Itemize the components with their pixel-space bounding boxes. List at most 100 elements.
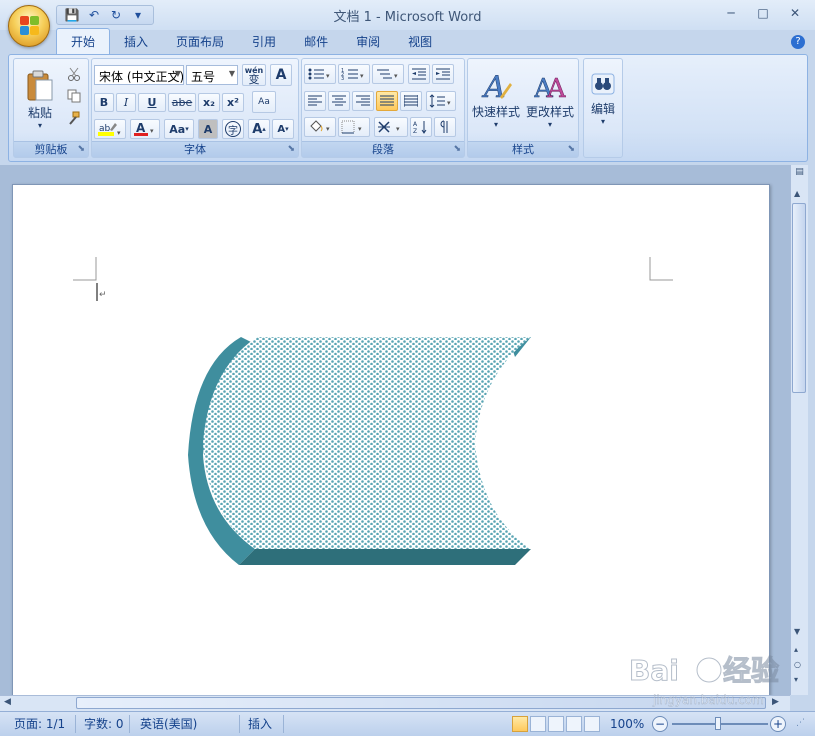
full-screen-reading-icon[interactable]	[530, 716, 546, 732]
sort-button[interactable]: AZ	[410, 117, 432, 137]
numbering-button[interactable]: 1 2 3 ▾	[338, 64, 370, 84]
scroll-up-icon[interactable]: ▲	[794, 189, 800, 198]
can-shape[interactable]	[188, 337, 531, 565]
change-case-button[interactable]: Aa ▾	[164, 119, 194, 139]
maximize-button[interactable]: □	[749, 4, 777, 22]
vertical-scrollbar[interactable]: ▤ ▲ ▼ ▴ ○ ▾	[790, 165, 808, 695]
styles-launcher-icon[interactable]: ⬊	[567, 144, 575, 154]
change-styles-icon: AA	[534, 74, 566, 101]
scroll-left-icon[interactable]: ◀	[4, 697, 11, 707]
enclose-characters-button[interactable]: 字	[222, 119, 244, 139]
paragraph-launcher-icon[interactable]: ⬊	[453, 144, 461, 154]
align-right-button[interactable]	[352, 91, 374, 111]
paste-icon	[27, 70, 53, 101]
paste-button[interactable]: 粘贴 ▾	[18, 63, 62, 137]
help-icon[interactable]: ?	[791, 35, 805, 49]
justify-icon	[380, 95, 394, 106]
clipboard-launcher-icon[interactable]: ⬊	[77, 144, 85, 154]
tab-view[interactable]: 视图	[394, 29, 446, 54]
font-color-button[interactable]: A ▾	[130, 119, 160, 139]
change-styles-button[interactable]: AA 更改样式 ▾	[524, 61, 576, 137]
tab-home[interactable]: 开始	[56, 28, 111, 54]
line-spacing-button[interactable]: ▾	[426, 91, 456, 111]
format-painter-button[interactable]	[64, 109, 84, 127]
resize-grip-icon[interactable]: ⋰	[796, 718, 805, 728]
font-launcher-icon[interactable]: ⬊	[287, 144, 295, 154]
show-marks-button[interactable]	[434, 117, 456, 137]
editing-button[interactable]: 编辑 ▾	[585, 63, 621, 133]
borders-button[interactable]: ▾	[338, 117, 370, 137]
save-icon[interactable]: 💾	[63, 7, 81, 23]
web-layout-icon[interactable]	[548, 716, 564, 732]
page-count[interactable]: 页面: 1/1	[10, 715, 76, 733]
office-button[interactable]	[8, 5, 50, 47]
font-size-combo[interactable]: 五号 ▼	[186, 65, 238, 85]
undo-icon[interactable]: ↶	[85, 7, 103, 23]
svg-text:▾: ▾	[326, 125, 330, 133]
quick-styles-button[interactable]: A 快速样式 ▾	[470, 61, 522, 137]
cut-button[interactable]	[64, 65, 84, 83]
font-color-icon: A ▾	[134, 121, 154, 136]
outline-view-icon[interactable]	[566, 716, 582, 732]
justify-button[interactable]	[376, 91, 398, 111]
redo-icon[interactable]: ↻	[107, 7, 125, 23]
tab-references[interactable]: 引用	[238, 29, 290, 54]
decrease-indent-button[interactable]	[408, 64, 430, 84]
shrink-font-button[interactable]: A ▾	[272, 119, 294, 139]
shrink-font-icon: A	[277, 123, 286, 135]
quick-styles-dropdown-icon: ▾	[493, 120, 498, 129]
clear-formatting-icon: Aa	[258, 97, 270, 107]
zoom-slider-thumb[interactable]	[715, 717, 721, 730]
clear-formatting-button[interactable]: Aa	[252, 91, 276, 113]
zoom-in-button[interactable]: +	[770, 716, 786, 732]
highlight-button[interactable]: ab ▾	[94, 119, 126, 139]
minimize-button[interactable]: ─	[717, 4, 745, 22]
tab-review[interactable]: 审阅	[342, 29, 394, 54]
zoom-level[interactable]: 100%	[606, 715, 648, 733]
distributed-button[interactable]	[400, 91, 422, 111]
italic-button[interactable]: I	[116, 93, 136, 112]
tab-insert[interactable]: 插入	[110, 29, 162, 54]
copy-icon	[67, 89, 81, 103]
strikethrough-button[interactable]: abe	[168, 93, 196, 112]
superscript-button[interactable]: x²	[222, 93, 244, 112]
editing-dropdown-icon: ▾	[600, 117, 605, 126]
change-case-label: Aa	[169, 122, 186, 136]
phonetic-guide-button[interactable]: wén 变	[242, 64, 266, 86]
vertical-scroll-thumb[interactable]	[792, 203, 806, 393]
chinese-layout-button[interactable]: ▾	[374, 117, 408, 137]
bold-button[interactable]: B	[94, 93, 114, 112]
print-layout-view-icon[interactable]	[512, 716, 528, 732]
document-page[interactable]: ↵	[12, 184, 770, 696]
character-border-button[interactable]: A	[270, 64, 292, 86]
zoom-out-button[interactable]: −	[652, 716, 668, 732]
insert-mode[interactable]: 插入	[244, 715, 284, 733]
grow-font-button[interactable]: A ▴	[248, 119, 270, 139]
align-center-button[interactable]	[328, 91, 350, 111]
tab-mailings[interactable]: 邮件	[290, 29, 342, 54]
draft-view-icon[interactable]	[584, 716, 600, 732]
copy-button[interactable]	[64, 87, 84, 105]
scroll-down-icon[interactable]: ▼	[794, 627, 800, 636]
numbering-icon: 123 ▾	[341, 68, 364, 81]
ruler-toggle-icon[interactable]: ▤	[793, 167, 806, 181]
shading-button[interactable]: ▾	[304, 117, 336, 137]
language-status[interactable]: 英语(美国)	[136, 715, 240, 733]
close-button[interactable]: ✕	[781, 4, 809, 22]
subscript-button[interactable]: x₂	[198, 93, 220, 112]
font-name-value: 宋体 (中文正文)	[99, 70, 184, 84]
font-name-combo[interactable]: 宋体 (中文正文) ▼	[94, 65, 184, 85]
paste-dropdown-icon: ▾	[37, 121, 42, 130]
increase-indent-button[interactable]	[432, 64, 454, 84]
font-size-value: 五号	[191, 70, 216, 84]
multilevel-list-icon: ▾	[377, 69, 398, 80]
word-count[interactable]: 字数: 0	[80, 715, 130, 733]
align-right-icon	[356, 95, 370, 106]
tab-page-layout[interactable]: 页面布局	[162, 29, 238, 54]
multilevel-list-button[interactable]: ▾	[372, 64, 404, 84]
character-shading-button[interactable]: A	[198, 119, 218, 139]
underline-button[interactable]: U	[138, 93, 166, 112]
align-left-button[interactable]	[304, 91, 326, 111]
customize-qat-icon[interactable]: ▾	[129, 7, 147, 23]
bullets-button[interactable]: ▾	[304, 64, 336, 84]
